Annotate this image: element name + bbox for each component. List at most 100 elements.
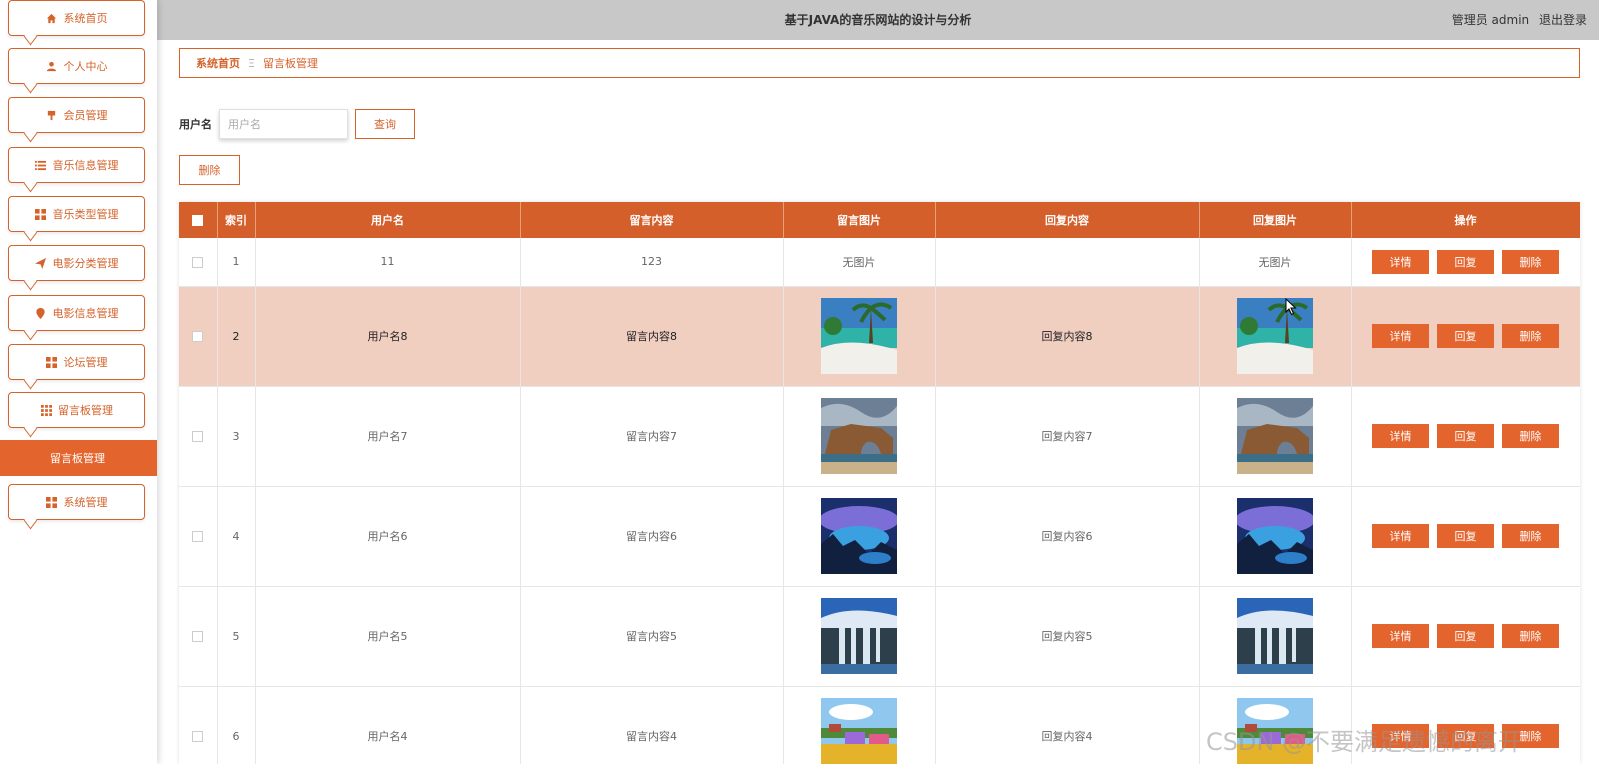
sidebar-item-label: 个人中心 — [63, 60, 108, 73]
row-select-cell — [179, 486, 218, 587]
waterfall-thumbnail[interactable] — [1237, 598, 1313, 674]
row-reply-image — [1199, 286, 1352, 387]
table-row[interactable]: 5 用户名5 留言内容5 回复内容5 详情 回复 删除 — [179, 586, 1580, 687]
table-row[interactable]: 1 11 123 无图片 无图片 详情 回复 删除 — [179, 238, 1580, 287]
row-checkbox[interactable] — [192, 531, 204, 542]
row-select-cell — [179, 286, 218, 387]
row-index: 5 — [217, 586, 256, 687]
reply-button[interactable]: 回复 — [1437, 324, 1494, 348]
app-title: 基于JAVA的音乐网站的设计与分析 — [784, 13, 972, 27]
delete-button[interactable]: 删除 — [1502, 424, 1559, 448]
row-checkbox[interactable] — [192, 431, 204, 442]
select-all-checkbox[interactable] — [192, 215, 204, 226]
table-row[interactable]: 6 用户名4 留言内容4 回复内容4 详情 回复 删除 — [179, 686, 1580, 764]
sidebar-item-profile[interactable]: 个人中心 — [8, 48, 145, 84]
table-row[interactable]: 3 用户名7 留言内容7 回复内容7 详情 回复 删除 — [179, 386, 1580, 487]
reply-button[interactable]: 回复 — [1437, 249, 1494, 274]
delete-button[interactable]: 删除 — [1502, 724, 1559, 748]
delete-button[interactable]: 删除 — [1502, 324, 1559, 348]
sidebar-item-home[interactable]: 系统首页 — [8, 0, 145, 36]
row-actions: 详情 回复 删除 — [1351, 686, 1580, 764]
row-checkbox[interactable] — [192, 731, 204, 742]
sidebar-item-movie-info[interactable]: 电影信息管理 — [8, 295, 145, 331]
fantasy-landscape-thumbnail[interactable] — [821, 498, 897, 574]
row-actions: 详情 回复 删除 — [1351, 286, 1580, 387]
reply-button[interactable]: 回复 — [1437, 624, 1494, 648]
row-reply — [935, 238, 1200, 287]
flower-field-thumbnail[interactable] — [821, 698, 897, 764]
header-reply-image: 回复图片 — [1199, 202, 1352, 238]
row-index: 4 — [217, 486, 256, 587]
table-row[interactable]: 4 用户名6 留言内容6 回复内容6 详情 回复 删除 — [179, 486, 1580, 587]
row-reply: 回复内容8 — [935, 286, 1200, 387]
beach-thumbnail[interactable] — [1237, 298, 1313, 374]
row-image — [783, 486, 936, 587]
topbar: 基于JAVA的音乐网站的设计与分析 管理员 admin 退出登录 — [157, 0, 1599, 40]
breadcrumb: 系统首页 Ξ 留言板管理 — [179, 48, 1580, 78]
reply-button[interactable]: 回复 — [1437, 424, 1494, 448]
search-input[interactable] — [219, 109, 348, 139]
search-label: 用户名 — [179, 118, 212, 131]
sidebar-item-music-type[interactable]: 音乐类型管理 — [8, 196, 145, 232]
table-row[interactable]: 2 用户名8 留言内容8 回复内容8 详情 回复 删除 — [179, 286, 1580, 387]
row-index: 1 — [217, 238, 256, 287]
user-icon — [46, 60, 58, 72]
flower-field-thumbnail[interactable] — [1237, 698, 1313, 764]
beach-thumbnail[interactable] — [821, 298, 897, 374]
sidebar-item-forum[interactable]: 论坛管理 — [8, 344, 145, 380]
sidebar-item-label: 音乐信息管理 — [52, 159, 119, 172]
row-actions: 详情 回复 删除 — [1351, 238, 1580, 287]
row-checkbox[interactable] — [192, 256, 204, 268]
sidebar-item-message-board[interactable]: 留言板管理 — [8, 392, 145, 428]
row-reply: 回复内容5 — [935, 586, 1200, 687]
header-actions: 操作 — [1351, 202, 1580, 238]
detail-button[interactable]: 详情 — [1372, 324, 1429, 348]
row-username: 用户名8 — [255, 286, 521, 387]
grid-icon — [46, 496, 58, 508]
user-role: 管理员 admin — [1451, 13, 1530, 27]
detail-button[interactable]: 详情 — [1372, 249, 1429, 274]
header-index: 索引 — [217, 202, 256, 238]
detail-button[interactable]: 详情 — [1372, 524, 1429, 548]
no-image-text: 无图片 — [842, 255, 876, 269]
sidebar-item-music-info[interactable]: 音乐信息管理 — [8, 147, 145, 183]
user-area: 管理员 admin 退出登录 — [1446, 11, 1587, 28]
row-image — [783, 586, 936, 687]
row-index: 3 — [217, 386, 256, 487]
member-icon — [46, 109, 58, 121]
query-button[interactable]: 查询 — [355, 109, 415, 139]
row-image — [783, 286, 936, 387]
sidebar-item-movie-category[interactable]: 电影分类管理 — [8, 245, 145, 281]
reply-button[interactable]: 回复 — [1437, 524, 1494, 548]
detail-button[interactable]: 详情 — [1372, 724, 1429, 748]
row-username: 用户名7 — [255, 386, 521, 487]
home-icon — [46, 12, 58, 24]
rock-arch-thumbnail[interactable] — [821, 398, 897, 474]
logout-link[interactable]: 退出登录 — [1539, 13, 1587, 27]
row-select-cell — [179, 586, 218, 687]
sidebar-item-system[interactable]: 系统管理 — [8, 484, 145, 520]
sidebar-item-members[interactable]: 会员管理 — [8, 97, 145, 133]
row-checkbox[interactable] — [192, 631, 204, 642]
list-icon — [35, 159, 47, 171]
rock-arch-thumbnail[interactable] — [1237, 398, 1313, 474]
batch-delete-button[interactable]: 删除 — [179, 155, 240, 185]
detail-button[interactable]: 详情 — [1372, 424, 1429, 448]
delete-button[interactable]: 删除 — [1502, 624, 1559, 648]
row-reply-image — [1199, 686, 1352, 764]
detail-button[interactable]: 详情 — [1372, 624, 1429, 648]
reply-button[interactable]: 回复 — [1437, 724, 1494, 748]
sidebar-item-label: 系统管理 — [63, 496, 108, 509]
row-image — [783, 686, 936, 764]
row-content: 留言内容6 — [520, 486, 784, 587]
row-checkbox[interactable] — [192, 331, 204, 342]
row-username: 用户名4 — [255, 686, 521, 764]
sidebar-subitem-message-board[interactable]: 留言板管理 — [0, 440, 157, 476]
delete-button[interactable]: 删除 — [1502, 249, 1559, 274]
row-reply: 回复内容7 — [935, 386, 1200, 487]
delete-button[interactable]: 删除 — [1502, 524, 1559, 548]
sidebar-item-label: 论坛管理 — [63, 356, 108, 369]
breadcrumb-home[interactable]: 系统首页 — [196, 55, 240, 71]
fantasy-landscape-thumbnail[interactable] — [1237, 498, 1313, 574]
waterfall-thumbnail[interactable] — [821, 598, 897, 674]
